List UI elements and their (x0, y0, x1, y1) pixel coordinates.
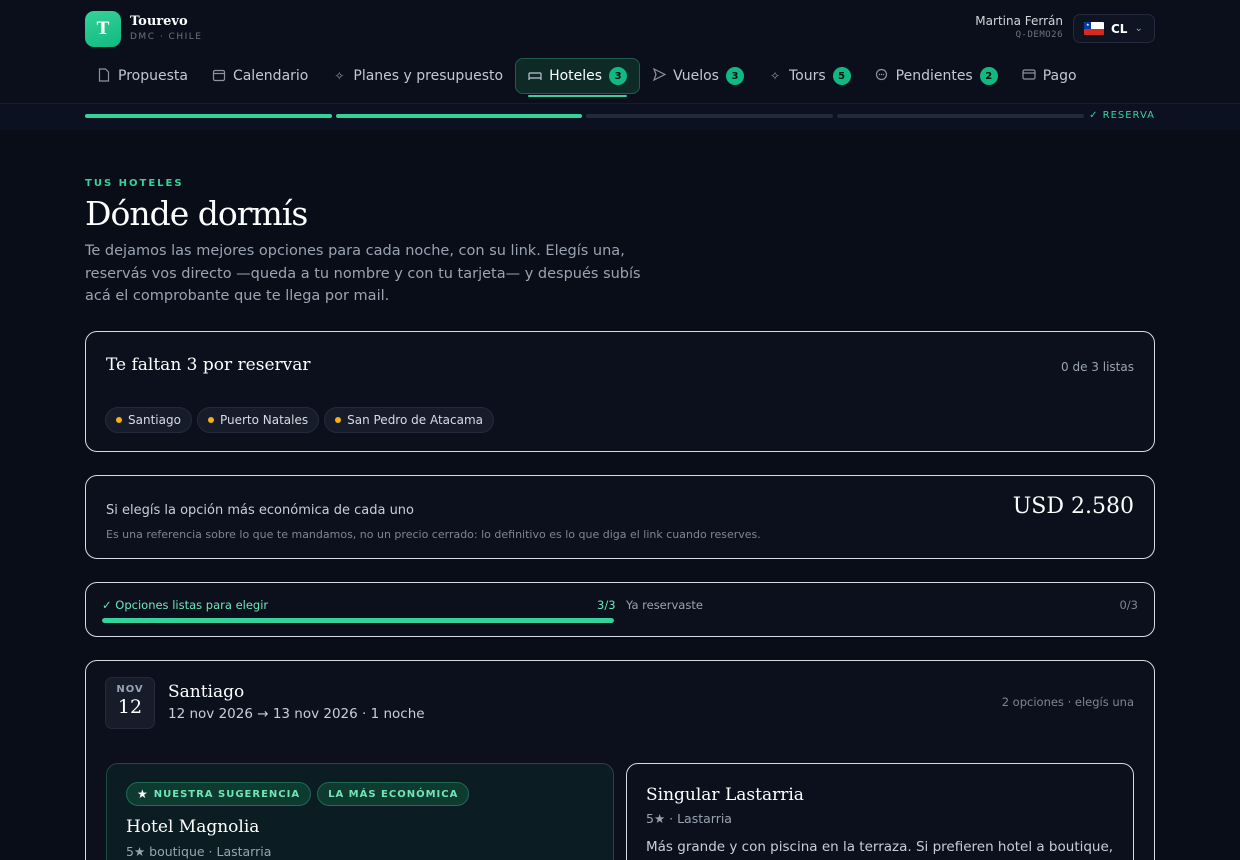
tag-label: LA MÁS ECONÓMICA (328, 788, 459, 800)
quote-code: Q-DEMO26 (1015, 30, 1063, 40)
step-segment (586, 114, 833, 118)
tab-badge: 2 (979, 67, 998, 85)
hotel-description: Más grande y con piscina en la terraza. … (646, 839, 1114, 855)
steps-progress: ✓ RESERVA (0, 104, 1240, 130)
tab-hoteles[interactable]: Hoteles 3 (515, 58, 641, 97)
hotel-meta: 5★ · Lastarria (646, 811, 732, 826)
star-icon: ★ (137, 787, 149, 801)
brand-name: Tourevo (130, 14, 188, 29)
stay-options-count: 2 opciones · elegís una (1001, 695, 1134, 709)
stay-card: NOV 12 Santiago 12 nov 2026 → 13 nov 202… (85, 660, 1155, 860)
sparkle-icon: ✧ (334, 69, 345, 83)
chile-flag-icon: ★ (1084, 22, 1104, 35)
tab-label: Propuesta (118, 68, 188, 84)
document-icon (97, 67, 111, 85)
tab-label: Tours (788, 68, 826, 84)
chat-icon (875, 68, 889, 84)
tab-propuesta[interactable]: Propuesta (85, 58, 200, 94)
ready-count: 3/3 (597, 598, 616, 612)
booked-label: Ya reservaste (626, 598, 703, 612)
ready-progress-bar (102, 618, 614, 623)
tab-label: Pago (1042, 68, 1077, 84)
stay-dates: 12 nov 2026 → 13 nov 2026 · 1 noche (168, 706, 425, 722)
pending-cities: Santiago Puerto Natales San Pedro de Ata… (105, 407, 494, 433)
chevron-down-icon: ⌄ (1134, 23, 1143, 34)
tab-label: Pendientes (895, 68, 973, 84)
user-name: Martina Ferrán (975, 14, 1063, 28)
hotel-name: Hotel Magnolia (126, 817, 260, 837)
brand-logo[interactable]: T (85, 11, 121, 47)
tab-pago[interactable]: Pago (1010, 58, 1089, 94)
plane-icon (652, 67, 666, 84)
app-header: T Tourevo DMC · CHILE Martina Ferrán Q-D… (0, 0, 1240, 104)
city-chip-label: San Pedro de Atacama (347, 413, 483, 427)
step-segment (85, 114, 332, 118)
city-chip[interactable]: Puerto Natales (196, 407, 320, 433)
hotel-meta: 5★ boutique · Lastarria (126, 844, 272, 859)
suggested-tag: ★ NUESTRA SUGERENCIA (126, 782, 312, 806)
country-selector[interactable]: ★ CL ⌄ (1073, 14, 1155, 43)
tab-label: Vuelos (673, 68, 719, 84)
pending-dot-icon (207, 417, 214, 423)
tab-badge: 3 (609, 67, 628, 85)
pending-heading: Te faltan 3 por reservar (106, 355, 311, 375)
estimate-price: USD 2.580 (1012, 494, 1134, 519)
hotel-option-card[interactable]: Singular Lastarria 5★ · Lastarria Más gr… (626, 763, 1134, 860)
tag-label: NUESTRA SUGERENCIA (153, 788, 301, 800)
page-title: Dónde dormís (85, 194, 308, 233)
tab-tours[interactable]: ✧ Tours 5 (756, 58, 863, 94)
tab-planes[interactable]: ✧ Planes y presupuesto (320, 58, 515, 94)
pending-dot-icon (335, 417, 342, 423)
step-segment (837, 114, 1084, 118)
country-code: CL (1111, 21, 1128, 36)
main-nav: Propuesta Calendario ✧ Planes y presupue… (85, 57, 1089, 97)
calendar-icon (212, 68, 226, 85)
hotel-option-card[interactable]: ★ NUESTRA SUGERENCIA LA MÁS ECONÓMICA Hot… (106, 763, 614, 860)
tab-label: Planes y presupuesto (353, 68, 504, 84)
step-segment (336, 114, 582, 118)
cheapest-tag: LA MÁS ECONÓMICA (317, 782, 470, 806)
estimate-label: Si elegís la opción más económica de cad… (106, 503, 415, 518)
section-eyebrow: TUS HOTELES (85, 178, 184, 189)
city-chip[interactable]: San Pedro de Atacama (324, 407, 494, 433)
hotel-name: Singular Lastarria (646, 785, 804, 805)
tab-calendario[interactable]: Calendario (200, 58, 320, 94)
estimate-card: Si elegís la opción más económica de cad… (85, 475, 1155, 559)
stay-day: 12 (117, 696, 143, 718)
city-chip-label: Puerto Natales (219, 413, 309, 427)
stay-date-badge: NOV 12 (105, 677, 155, 729)
pending-count: 0 de 3 listas (1061, 360, 1134, 374)
card-icon (1022, 69, 1036, 83)
bed-icon (528, 69, 542, 84)
pending-card: Te faltan 3 por reservar 0 de 3 listas S… (85, 331, 1155, 452)
sparkle-icon: ✧ (769, 69, 780, 83)
tab-pendientes[interactable]: Pendientes 2 (863, 58, 1010, 94)
estimate-note: Es una referencia sobre lo que te mandam… (106, 528, 761, 541)
final-step-label: ✓ RESERVA (1089, 110, 1155, 121)
tab-label: Calendario (232, 68, 309, 84)
status-card: ✓ Opciones listas para elegir 3/3 Ya res… (85, 582, 1155, 637)
stay-city: Santiago (168, 682, 245, 702)
ready-progress-fill (102, 618, 614, 623)
tab-badge: 3 (725, 67, 744, 85)
page-description: Te dejamos las mejores opciones para cad… (85, 243, 641, 304)
tab-badge: 5 (832, 67, 851, 85)
city-chip[interactable]: Santiago (105, 407, 192, 433)
hotel-tags: ★ NUESTRA SUGERENCIA LA MÁS ECONÓMICA (126, 782, 470, 806)
stay-month: NOV (116, 684, 144, 695)
city-chip-label: Santiago (128, 413, 181, 427)
booked-count: 0/3 (1119, 598, 1138, 612)
ready-label: ✓ Opciones listas para elegir (102, 598, 269, 612)
pending-dot-icon (116, 417, 122, 423)
tab-label: Hoteles (549, 68, 603, 84)
brand-subtitle: DMC · CHILE (130, 32, 203, 42)
tab-vuelos[interactable]: Vuelos 3 (640, 58, 756, 94)
